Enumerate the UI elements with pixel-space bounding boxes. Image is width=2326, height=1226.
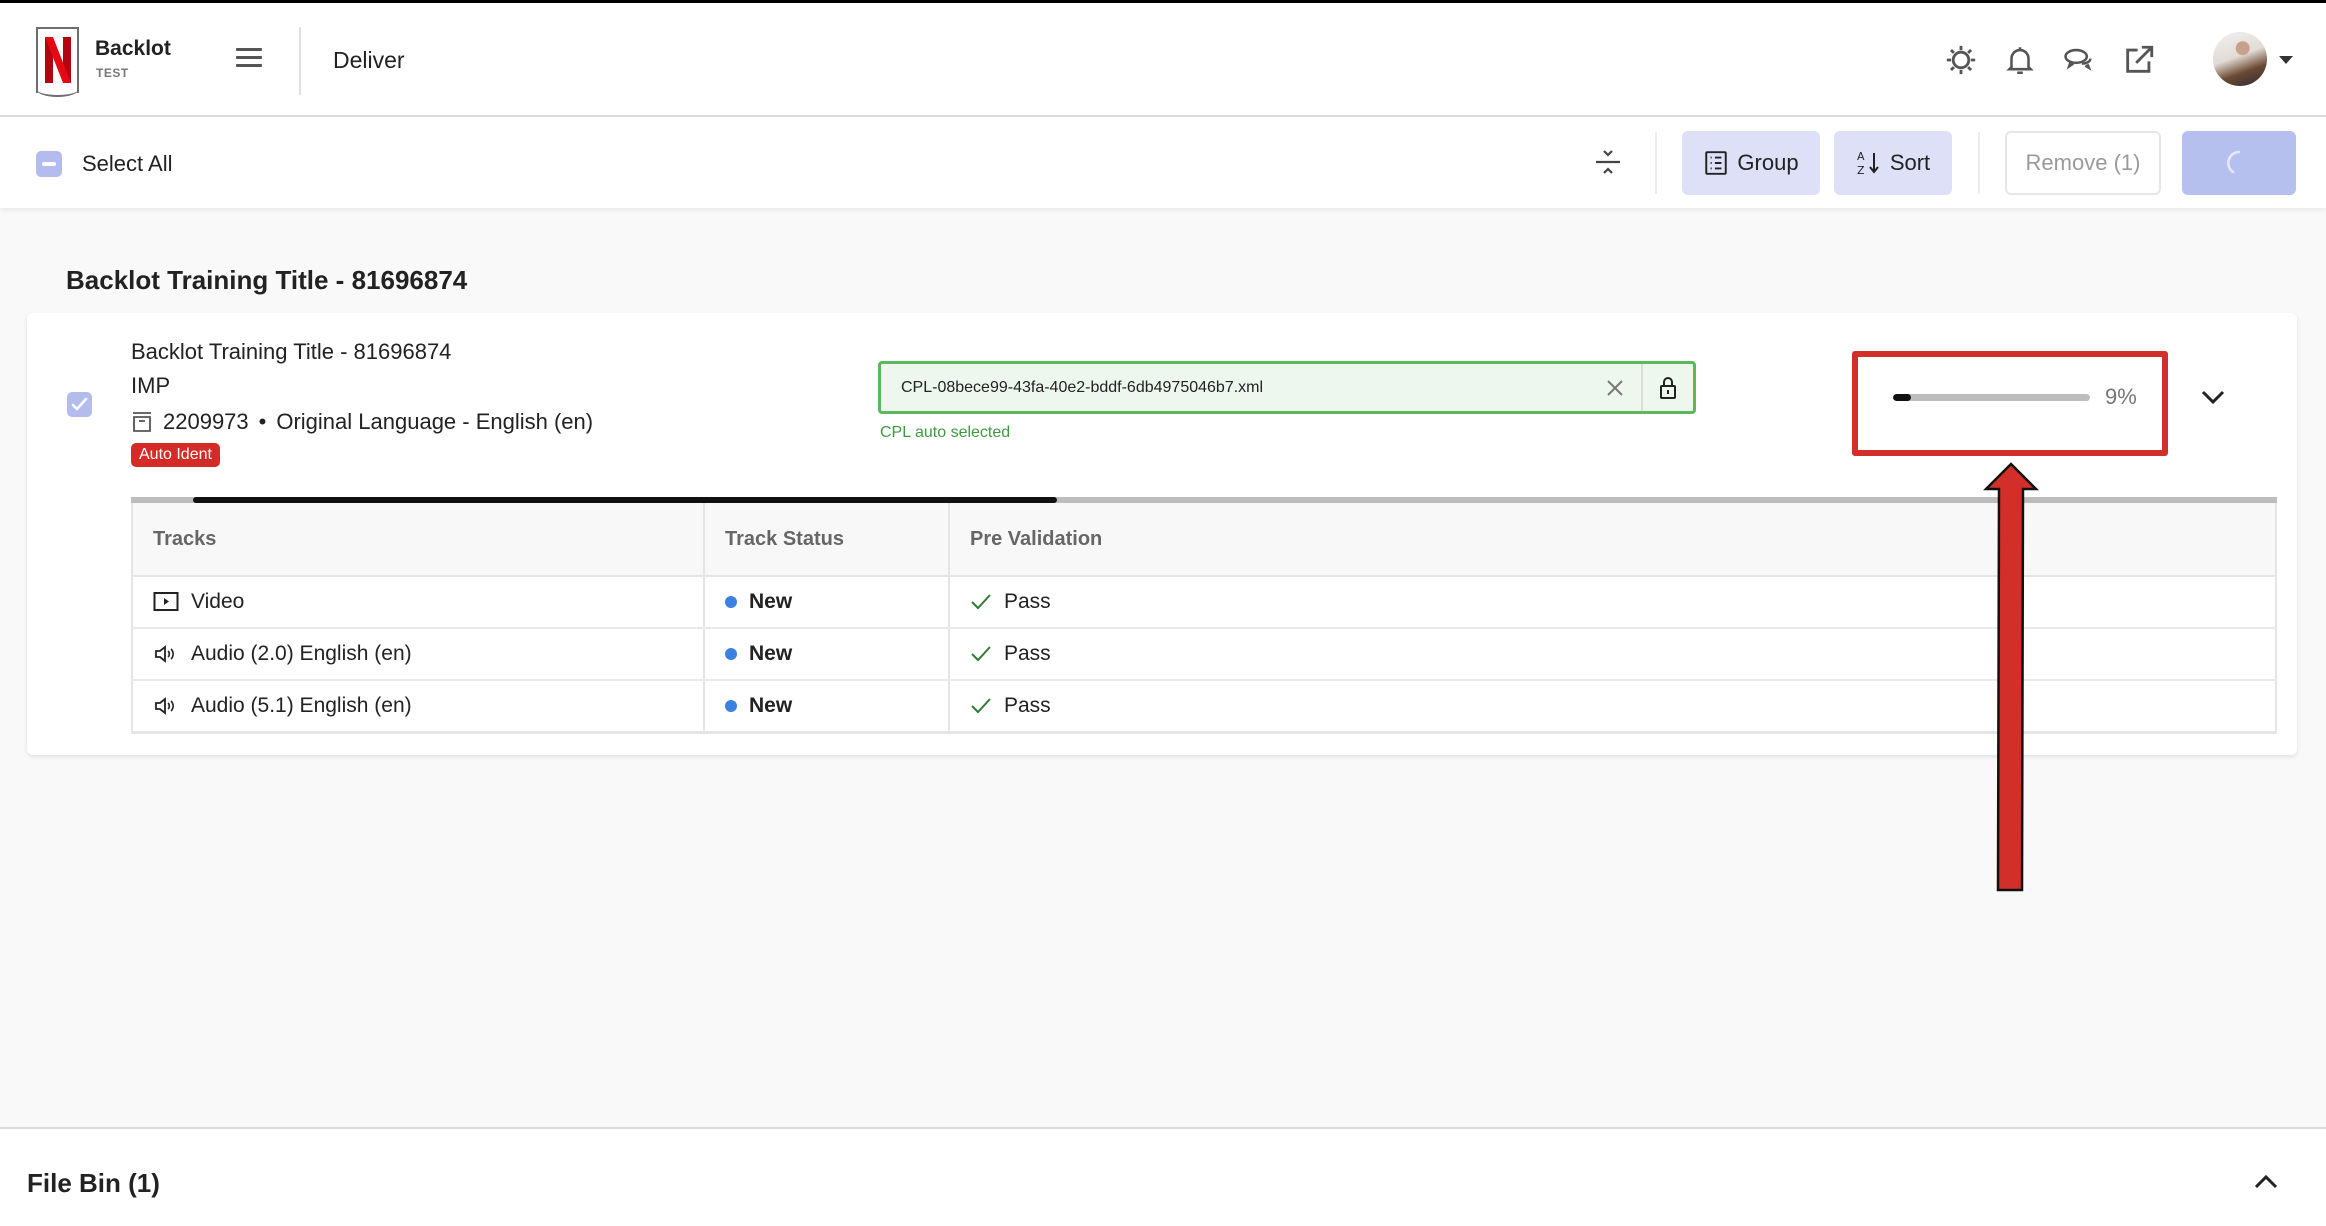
- status-dot-icon: [725, 596, 737, 608]
- track-status: New: [749, 590, 793, 613]
- svg-text:Z: Z: [1857, 164, 1865, 177]
- item-meta: 2209973 • Original Language - English (e…: [131, 409, 593, 435]
- track-name: Audio (2.0) English (en): [191, 642, 412, 665]
- column-header-track-status: Track Status: [704, 503, 950, 577]
- track-status: New: [749, 642, 793, 665]
- select-all-checkbox[interactable]: [36, 151, 62, 177]
- package-icon: [133, 412, 151, 432]
- table-row[interactable]: Video New Pass: [132, 576, 2276, 629]
- lock-icon[interactable]: [1641, 364, 1693, 411]
- caret-down-icon[interactable]: [2279, 56, 2293, 64]
- selection-toolbar: Select All Group A Z Sort Remove (1): [0, 117, 2326, 208]
- remove-button-label: Remove (1): [2025, 150, 2141, 175]
- column-header-tracks: Tracks: [132, 503, 705, 577]
- track-name: Audio (5.1) English (en): [191, 693, 412, 717]
- status-dot-icon: [725, 648, 737, 660]
- cpl-select-field[interactable]: CPL-08bece99-43fa-40e2-bddf-6db4975046b7…: [878, 361, 1696, 414]
- netflix-n-icon: [45, 37, 71, 83]
- column-header-pre-validation: Pre Validation: [949, 503, 2276, 577]
- top-navigation-bar: Backlot TEST Deliver: [0, 0, 2326, 117]
- check-icon: [971, 594, 991, 610]
- brand-name: Backlot: [95, 37, 171, 60]
- item-title: Backlot Training Title - 81696874: [131, 339, 452, 364]
- item-type: IMP: [131, 373, 171, 398]
- sort-az-icon: A Z: [1857, 150, 1879, 177]
- progress-label: 9%: [2105, 384, 2137, 409]
- group-button[interactable]: Group: [1682, 131, 1820, 195]
- toolbar-divider: [1655, 132, 1657, 194]
- clear-icon[interactable]: [1589, 364, 1641, 411]
- progress-bar: [1893, 394, 2090, 401]
- user-avatar[interactable]: [2213, 32, 2267, 86]
- external-link-icon[interactable]: [2122, 43, 2156, 77]
- check-icon: [971, 646, 991, 662]
- tracks-table: Tracks Track Status Pre Validation Video…: [131, 503, 2277, 734]
- file-bin-title[interactable]: File Bin (1): [27, 1168, 160, 1199]
- table-header-row: Tracks Track Status Pre Validation: [132, 503, 2276, 577]
- select-all-label[interactable]: Select All: [82, 151, 173, 177]
- check-icon: [971, 698, 991, 714]
- package-id: 2209973: [163, 409, 249, 434]
- pre-validation-result: Pass: [1004, 590, 1051, 613]
- video-icon: [153, 592, 179, 611]
- file-bin-panel: File Bin (1): [0, 1127, 2326, 1226]
- track-status: New: [749, 693, 793, 717]
- remove-button[interactable]: Remove (1): [2005, 131, 2161, 195]
- cpl-value[interactable]: CPL-08bece99-43fa-40e2-bddf-6db4975046b7…: [881, 379, 1589, 397]
- collapse-all-icon[interactable]: [1593, 146, 1623, 178]
- language-label: Original Language - English (en): [276, 409, 594, 434]
- netflix-logo[interactable]: [36, 27, 79, 97]
- sort-button-label: Sort: [1889, 150, 1931, 175]
- deliver-button-loading[interactable]: [2182, 131, 2296, 195]
- pre-validation-result: Pass: [1004, 693, 1051, 717]
- chevron-down-icon[interactable]: [2197, 383, 2229, 411]
- svg-text:A: A: [1857, 150, 1865, 163]
- chat-icon[interactable]: [2062, 43, 2096, 77]
- settings-icon[interactable]: [1944, 43, 1978, 77]
- page-title: Deliver: [333, 47, 405, 73]
- cpl-hint: CPL auto selected: [880, 424, 1011, 441]
- delivery-item-card: Backlot Training Title - 81696874 IMP 22…: [27, 313, 2297, 755]
- list-icon: [1705, 151, 1728, 175]
- auto-ident-badge: Auto Ident: [131, 443, 220, 467]
- progress-bar-fill: [1893, 394, 1911, 401]
- speaker-icon: [155, 645, 174, 663]
- upload-progress: 9%: [1852, 351, 2168, 456]
- hamburger-menu-icon[interactable]: [236, 48, 262, 70]
- item-checkbox[interactable]: [67, 392, 92, 417]
- chevron-up-icon[interactable]: [2251, 1169, 2281, 1193]
- group-button-label: Group: [1737, 150, 1799, 175]
- bell-icon[interactable]: [2003, 43, 2037, 77]
- pre-validation-result: Pass: [1004, 642, 1051, 665]
- track-name: Video: [191, 590, 245, 613]
- environment-label: TEST: [96, 66, 129, 80]
- status-dot-icon: [725, 699, 737, 712]
- toolbar-divider: [1978, 132, 1980, 194]
- meta-separator: •: [258, 409, 267, 434]
- table-row[interactable]: Audio (2.0) English (en) New Pass: [132, 628, 2276, 681]
- checkmark-icon: [71, 397, 88, 411]
- title-group-heading: Backlot Training Title - 81696874: [66, 265, 468, 295]
- loading-spinner-icon: [2227, 150, 2241, 174]
- sort-button[interactable]: A Z Sort: [1834, 131, 1952, 195]
- speaker-icon: [155, 696, 174, 715]
- header-divider: [299, 27, 301, 95]
- table-row[interactable]: Audio (5.1) English (en) New Pass: [132, 680, 2276, 733]
